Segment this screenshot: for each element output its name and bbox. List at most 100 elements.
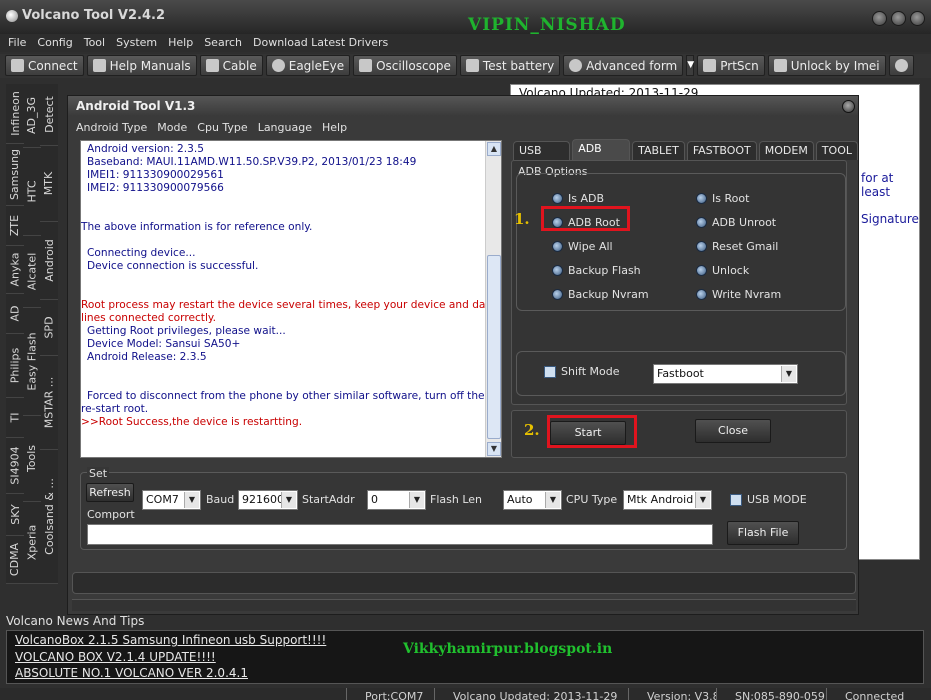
prtscn-label: PrtScn xyxy=(720,58,759,73)
comport-input[interactable] xyxy=(87,524,713,545)
tab-tablet[interactable]: TABLET xyxy=(632,141,685,160)
step-2-marker: 2. xyxy=(524,421,540,439)
flash-file-button[interactable]: Flash File xyxy=(727,521,799,545)
vtab-samsung[interactable]: Samsung xyxy=(6,144,24,206)
dialog-close-button[interactable] xyxy=(842,100,855,113)
shift-mode-checkbox[interactable]: Shift Mode xyxy=(544,365,619,378)
option-unlock[interactable]: Unlock xyxy=(696,264,749,277)
connect-button[interactable]: Connect xyxy=(5,55,84,76)
menu-file[interactable]: File xyxy=(8,34,26,52)
close-button[interactable] xyxy=(910,11,925,26)
vtab-tools[interactable]: Tools xyxy=(23,416,41,502)
vtab-mtk[interactable]: MTK xyxy=(40,146,58,222)
flashlen-select[interactable]: Auto ▼ xyxy=(503,490,562,510)
close-dialog-button[interactable]: Close xyxy=(695,419,771,443)
dialog-menu-android-type[interactable]: Android Type xyxy=(76,121,147,134)
tab-fastboot[interactable]: FASTBOOT xyxy=(686,141,757,160)
dialog-menu-mode[interactable]: Mode xyxy=(157,121,187,134)
news-link[interactable]: VOLCANO BOX V2.1.4 UPDATE!!!! xyxy=(15,650,216,664)
startaddr-value: 0 xyxy=(371,493,378,506)
vtab-alcatel[interactable]: Alcatel xyxy=(23,236,41,308)
tab-usb-mode[interactable]: USB MODE xyxy=(513,141,571,175)
option-reset-gmail[interactable]: Reset Gmail xyxy=(696,240,778,253)
help-manuals-button[interactable]: Help Manuals xyxy=(86,55,197,76)
log-line: >>Root Success,the device is restartting… xyxy=(81,416,303,428)
settings-button[interactable] xyxy=(888,55,914,76)
menu-download-drivers[interactable]: Download Latest Drivers xyxy=(253,34,388,52)
tab-tool[interactable]: TOOL xyxy=(815,141,858,160)
option-is-root[interactable]: Is Root xyxy=(696,192,749,205)
chevron-down-icon: ▼ xyxy=(781,366,796,382)
option-adb-unroot[interactable]: ADB Unroot xyxy=(696,216,776,229)
scroll-thumb[interactable] xyxy=(487,255,501,439)
connect-icon xyxy=(11,59,24,72)
menu-search[interactable]: Search xyxy=(204,34,242,52)
news-link[interactable]: VolcanoBox 2.1.5 Samsung Infineon usb Su… xyxy=(15,633,326,647)
shift-mode-select[interactable]: Fastboot ▼ xyxy=(653,364,798,384)
unlock-by-imei-button[interactable]: Unlock by Imei xyxy=(767,55,886,76)
baud-value: 921600 xyxy=(242,493,284,506)
oscilloscope-button[interactable]: Oscilloscope xyxy=(353,55,457,76)
vtab-ti[interactable]: TI xyxy=(6,398,24,438)
option-backup-nvram[interactable]: Backup Nvram xyxy=(552,288,649,301)
vtab-spd[interactable]: SPD xyxy=(40,300,58,356)
option-wipe-all[interactable]: Wipe All xyxy=(552,240,613,253)
maximize-button[interactable] xyxy=(891,11,906,26)
cable-button[interactable]: Cable xyxy=(199,55,263,76)
dialog-resize-grip[interactable] xyxy=(72,599,856,611)
dialog-menu-help[interactable]: Help xyxy=(322,121,347,134)
vtab-sky[interactable]: SKY xyxy=(6,494,24,536)
test-battery-button[interactable]: Test battery xyxy=(459,55,561,76)
log-scrollbar[interactable]: ▲ ▼ xyxy=(485,141,501,457)
tab-modem[interactable]: MODEM xyxy=(758,141,814,160)
vtab-ad[interactable]: AD xyxy=(6,294,24,334)
advanced-form-button[interactable]: Advanced form xyxy=(563,55,684,76)
vtab-philips[interactable]: Philips xyxy=(6,334,24,398)
vtab-easy-flash[interactable]: Easy Flash xyxy=(23,308,41,416)
comport-label: Comport xyxy=(87,508,135,521)
refresh-button[interactable]: Refresh xyxy=(86,483,134,502)
info-icon xyxy=(271,59,285,72)
vtab-si4904[interactable]: SI4904 xyxy=(6,438,24,494)
vtab-ad-3g[interactable]: AD_3G xyxy=(23,84,41,148)
dialog-menu-language[interactable]: Language xyxy=(258,121,312,134)
vtab-cdma[interactable]: CDMA xyxy=(6,536,24,584)
eagleeye-button[interactable]: EagleEye xyxy=(265,55,351,76)
log-output[interactable]: Android version: 2.3.5 Baseband: MAUI.11… xyxy=(80,140,502,458)
minimize-button[interactable] xyxy=(872,11,887,26)
scroll-up-icon[interactable]: ▲ xyxy=(487,142,501,156)
prtscn-button[interactable]: PrtScn xyxy=(697,55,765,76)
menu-tool[interactable]: Tool xyxy=(84,34,105,52)
radio-icon xyxy=(552,241,563,252)
menu-system[interactable]: System xyxy=(116,34,157,52)
log-line: Connecting device... xyxy=(87,247,196,259)
vtab-android[interactable]: Android xyxy=(40,222,58,300)
vtab-xperia[interactable]: Xperia xyxy=(23,502,41,584)
usb-mode-checkbox[interactable]: USB MODE xyxy=(730,493,807,506)
news-link[interactable]: ABSOLUTE NO.1 VOLCANO VER 2.0.4.1 xyxy=(15,666,248,680)
option-is-adb[interactable]: Is ADB xyxy=(552,192,604,205)
option-backup-flash[interactable]: Backup Flash xyxy=(552,264,641,277)
dialog-menu-cpu-type[interactable]: Cpu Type xyxy=(197,121,247,134)
vtab-zte[interactable]: ZTE xyxy=(6,206,24,246)
port-select[interactable]: COM7 ▼ xyxy=(142,490,201,510)
vtab-anyka[interactable]: Anyka xyxy=(6,246,24,294)
log-line: Root process may restart the device seve… xyxy=(81,299,497,311)
gear-icon xyxy=(894,59,908,72)
menu-config[interactable]: Config xyxy=(37,34,72,52)
vtab-detect[interactable]: Detect xyxy=(40,84,58,146)
tab-adb-mode[interactable]: ADB MODE xyxy=(572,139,631,173)
advanced-form-dropdown-arrow[interactable]: ▼ xyxy=(686,55,695,76)
vtab-htc[interactable]: HTC xyxy=(23,148,41,236)
menu-help[interactable]: Help xyxy=(168,34,193,52)
baud-select[interactable]: 921600 ▼ xyxy=(238,490,298,510)
vtab-coolsand[interactable]: Coolsand & ... xyxy=(40,450,58,584)
update-info-line: for at least xyxy=(861,171,894,199)
option-write-nvram[interactable]: Write Nvram xyxy=(696,288,781,301)
cputype-select[interactable]: Mtk Android ▼ xyxy=(623,490,712,510)
startaddr-select[interactable]: 0 ▼ xyxy=(367,490,426,510)
cable-label: Cable xyxy=(222,58,257,73)
vtab-infineon[interactable]: Infineon xyxy=(6,84,24,144)
scroll-down-icon[interactable]: ▼ xyxy=(487,442,501,456)
vtab-mstar[interactable]: MSTAR ... xyxy=(40,356,58,450)
